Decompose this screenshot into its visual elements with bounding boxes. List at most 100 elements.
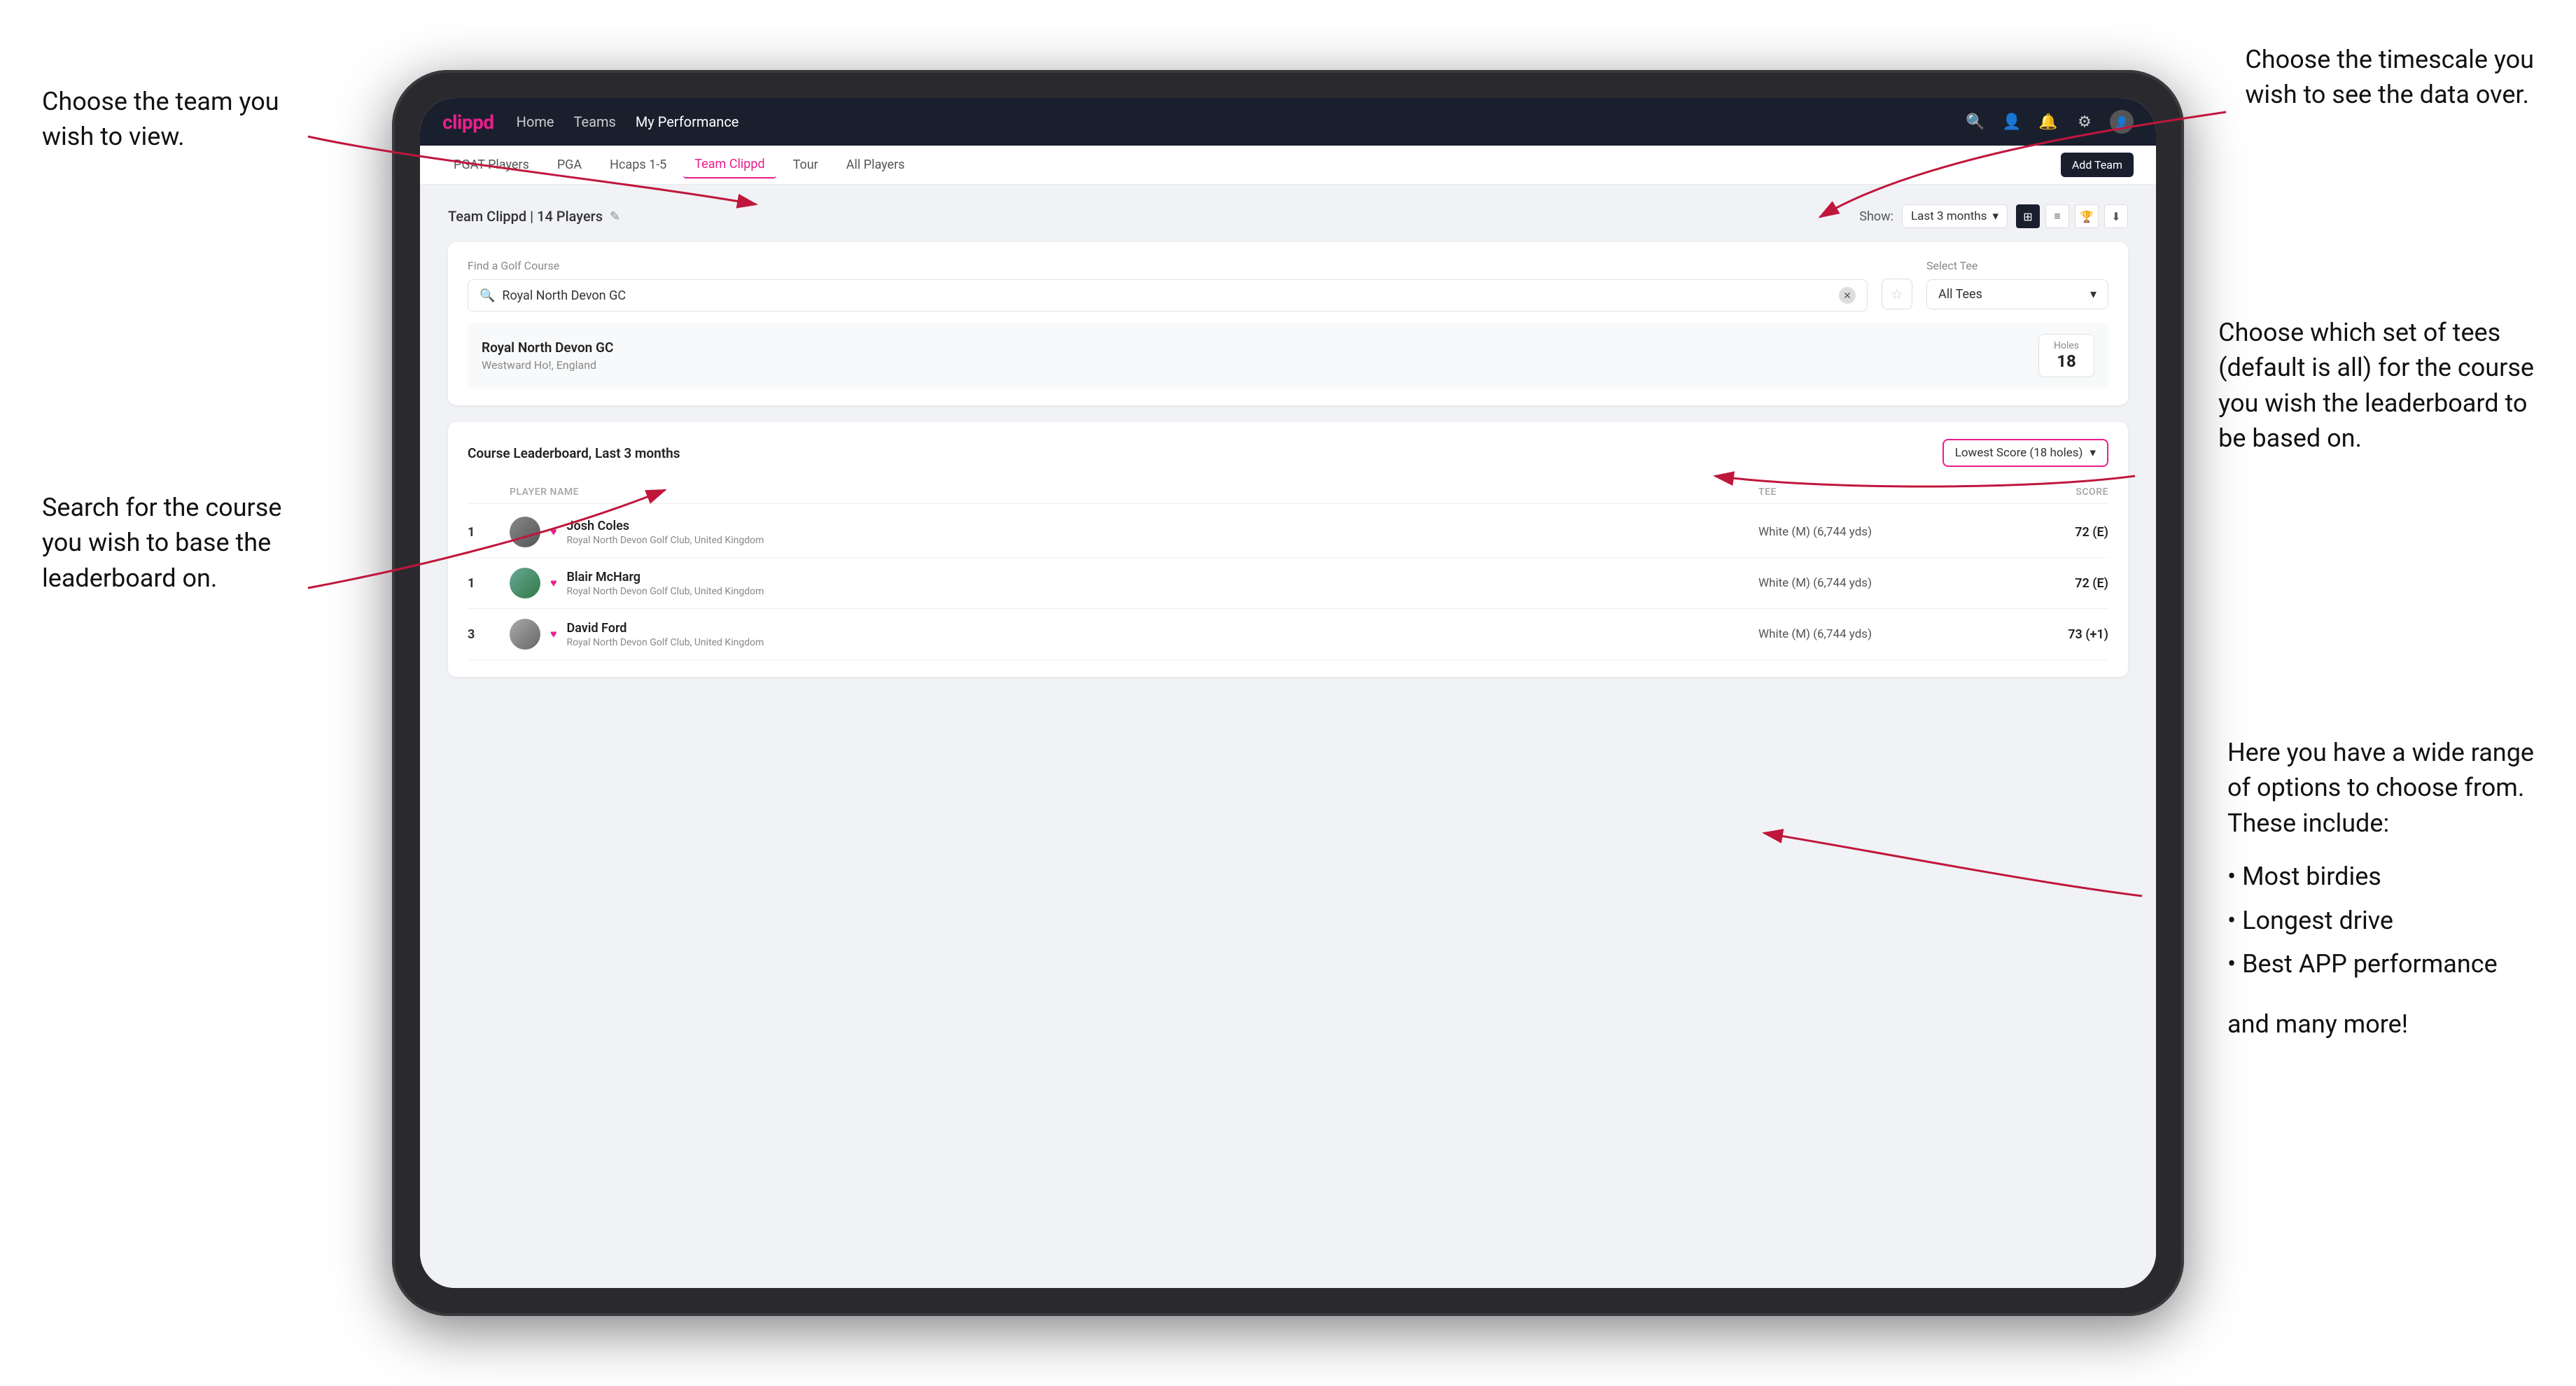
- player-score-1: 72 (E): [1968, 525, 2108, 540]
- col-player-name: PLAYER NAME: [510, 486, 1758, 498]
- leaderboard-table: PLAYER NAME TEE SCORE 1 ♥: [468, 481, 2108, 660]
- nav-link-home[interactable]: Home: [517, 113, 554, 130]
- course-finder-label: Find a Golf Course: [468, 259, 1868, 272]
- tee-dropdown[interactable]: All Tees ▾: [1926, 279, 2108, 309]
- time-period-dropdown[interactable]: Last 3 months ▾: [1902, 204, 2008, 228]
- annotation-options: Here you have a wide rangeof options to …: [2227, 735, 2534, 1042]
- settings-icon[interactable]: ⚙: [2073, 111, 2096, 133]
- course-search-input[interactable]: 🔍 Royal North Devon GC ✕: [468, 279, 1868, 312]
- holes-box: Holes 18: [2038, 334, 2094, 377]
- subnav-all-players[interactable]: All Players: [835, 152, 916, 178]
- score-type-chevron-icon: ▾: [2090, 446, 2096, 460]
- bell-icon[interactable]: 🔔: [2037, 111, 2059, 133]
- player-tee-2: White (M) (6,744 yds): [1758, 576, 1968, 590]
- player-info-3: ♥ David Ford Royal North Devon Golf Club…: [510, 619, 1758, 650]
- subnav-tour[interactable]: Tour: [782, 152, 830, 178]
- search-icon-sm: 🔍: [479, 288, 495, 303]
- score-type-dropdown[interactable]: Lowest Score (18 holes) ▾: [1942, 439, 2108, 467]
- player-club-1: Royal North Devon Golf Club, United King…: [567, 535, 764, 546]
- tee-label: Select Tee: [1926, 259, 2108, 272]
- subnav-pgat-players[interactable]: PGAT Players: [442, 152, 540, 178]
- and-more-text: and many more!: [2227, 1007, 2534, 1042]
- trophy-button[interactable]: 🏆: [2075, 204, 2099, 228]
- avatar[interactable]: 👤: [2110, 110, 2134, 134]
- player-info-2: ♥ Blair McHarg Royal North Devon Golf Cl…: [510, 568, 1758, 598]
- score-type-label: Lowest Score (18 holes): [1955, 446, 2083, 460]
- favorite-button[interactable]: ☆: [1882, 279, 1912, 309]
- player-club-2: Royal North Devon Golf Club, United King…: [567, 586, 764, 597]
- player-name-3: David Ford: [567, 621, 764, 636]
- holes-value: 18: [2053, 351, 2080, 371]
- heart-icon-2: ♥: [550, 576, 557, 590]
- chevron-down-icon: ▾: [1992, 209, 1998, 223]
- search-icon[interactable]: 🔍: [1964, 111, 1987, 133]
- star-icon: ☆: [1891, 286, 1903, 303]
- clear-search-button[interactable]: ✕: [1839, 287, 1856, 304]
- subnav-pga[interactable]: PGA: [546, 152, 593, 178]
- col-tee: TEE: [1758, 486, 1968, 498]
- tee-value: All Tees: [1938, 287, 1982, 302]
- view-toggle: ⊞ ≡ 🏆 ⬇: [2016, 204, 2128, 228]
- course-result-name: Royal North Devon GC: [482, 340, 613, 356]
- tablet-device: clippd Home Teams My Performance 🔍 👤 🔔 ⚙…: [392, 70, 2184, 1316]
- brand-logo: clippd: [442, 111, 494, 134]
- option-app: Best APP performance: [2227, 942, 2534, 986]
- player-club-3: Royal North Devon Golf Club, United King…: [567, 637, 764, 648]
- navbar: clippd Home Teams My Performance 🔍 👤 🔔 ⚙…: [420, 98, 2156, 146]
- navbar-icons: 🔍 👤 🔔 ⚙ 👤: [1964, 110, 2134, 134]
- table-header: PLAYER NAME TEE SCORE: [468, 481, 2108, 504]
- subnav: PGAT Players PGA Hcaps 1-5 Team Clippd T…: [420, 146, 2156, 185]
- edit-team-icon[interactable]: ✎: [610, 209, 620, 224]
- course-finder-card: Find a Golf Course 🔍 Royal North Devon G…: [448, 242, 2128, 405]
- player-info-1: ♥ Josh Coles Royal North Devon Golf Club…: [510, 517, 1758, 547]
- player-tee-3: White (M) (6,744 yds): [1758, 627, 1968, 641]
- player-name-1: Josh Coles: [567, 519, 764, 533]
- nav-links: Home Teams My Performance: [517, 113, 1942, 130]
- leaderboard-title: Course Leaderboard, Last 3 months: [468, 445, 680, 461]
- col-score: SCORE: [1968, 486, 2108, 498]
- player-avatar-3: [510, 619, 540, 650]
- subnav-team-clippd[interactable]: Team Clippd: [683, 151, 776, 178]
- nav-link-teams[interactable]: Teams: [574, 113, 616, 130]
- player-name-2: Blair McHarg: [567, 570, 764, 584]
- player-score-3: 73 (+1): [1968, 627, 2108, 642]
- heart-icon-1: ♥: [550, 525, 557, 539]
- heart-icon-3: ♥: [550, 627, 557, 641]
- player-score-2: 72 (E): [1968, 576, 2108, 591]
- subnav-hcaps[interactable]: Hcaps 1-5: [598, 152, 678, 178]
- options-list: Most birdies Longest drive Best APP perf…: [2227, 855, 2534, 986]
- annotation-search-course: Search for the courseyou wish to base th…: [42, 490, 281, 596]
- table-row: 1 ♥ Josh Coles Royal North Devon Golf Cl…: [468, 507, 2108, 558]
- option-birdies: Most birdies: [2227, 855, 2534, 898]
- leaderboard-card: Course Leaderboard, Last 3 months Lowest…: [448, 422, 2128, 677]
- team-title-container: Team Clippd | 14 Players ✎: [448, 208, 620, 225]
- main-content: Team Clippd | 14 Players ✎ Show: Last 3 …: [420, 185, 2156, 1288]
- add-team-button[interactable]: Add Team: [2061, 153, 2134, 177]
- tee-chevron-icon: ▾: [2090, 287, 2096, 302]
- tee-section: Select Tee All Tees ▾: [1926, 259, 2108, 309]
- table-row: 1 ♥ Blair McHarg Royal North Devon Golf …: [468, 558, 2108, 609]
- holes-label: Holes: [2053, 340, 2080, 351]
- annotation-tees: Choose which set of tees(default is all)…: [2218, 315, 2534, 456]
- player-avatar-2: [510, 568, 540, 598]
- player-tee-1: White (M) (6,744 yds): [1758, 525, 1968, 539]
- user-icon[interactable]: 👤: [2001, 111, 2023, 133]
- avatar-icon: 👤: [2115, 115, 2129, 129]
- course-search-value: Royal North Devon GC: [502, 288, 626, 303]
- nav-link-my-performance[interactable]: My Performance: [636, 113, 739, 130]
- annotation-timescale: Choose the timescale youwish to see the …: [2245, 42, 2534, 113]
- player-rank-2: 1: [468, 576, 510, 591]
- tablet-screen: clippd Home Teams My Performance 🔍 👤 🔔 ⚙…: [420, 98, 2156, 1288]
- grid-view-button[interactable]: ⊞: [2016, 204, 2040, 228]
- team-header: Team Clippd | 14 Players ✎ Show: Last 3 …: [448, 204, 2128, 228]
- course-result: Royal North Devon GC Westward Ho!, Engla…: [468, 323, 2108, 388]
- download-button[interactable]: ⬇: [2104, 204, 2128, 228]
- player-rank-3: 3: [468, 627, 510, 642]
- option-drive: Longest drive: [2227, 899, 2534, 942]
- list-view-button[interactable]: ≡: [2045, 204, 2069, 228]
- show-controls: Show: Last 3 months ▾ ⊞ ≡ 🏆 ⬇: [1859, 204, 2128, 228]
- leaderboard-header: Course Leaderboard, Last 3 months Lowest…: [468, 439, 2108, 467]
- annotation-team: Choose the team you wish to view.: [42, 84, 308, 155]
- table-row: 3 ♥ David Ford Royal North Devon Golf Cl…: [468, 609, 2108, 660]
- player-rank-1: 1: [468, 525, 510, 540]
